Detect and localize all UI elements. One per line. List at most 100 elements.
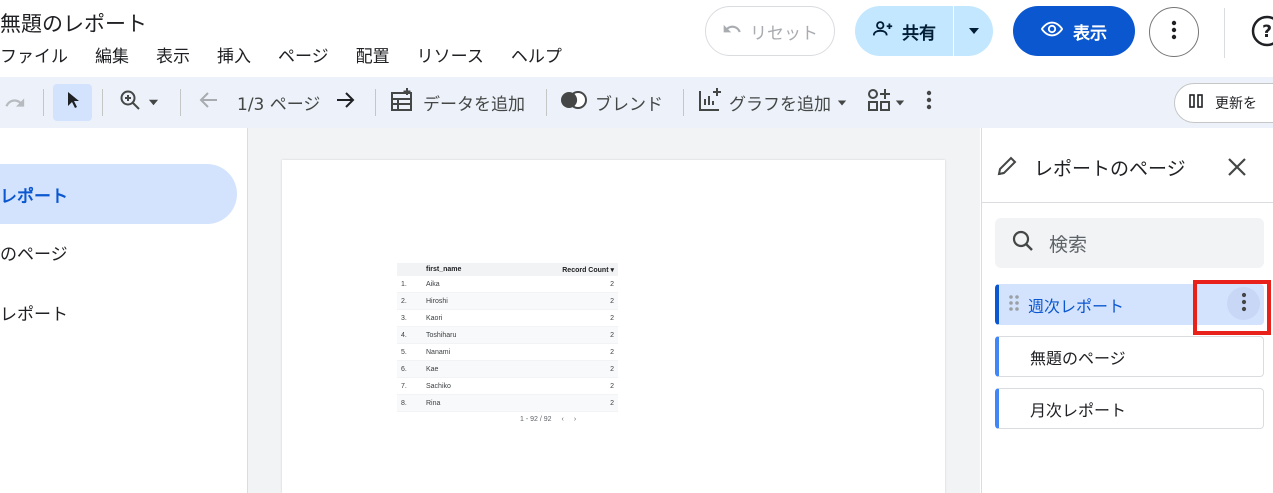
add-chart-button[interactable]: グラフを追加 bbox=[697, 77, 847, 128]
select-tool-button[interactable] bbox=[53, 84, 92, 121]
search-placeholder: 検索 bbox=[1049, 233, 1088, 256]
add-data-icon bbox=[389, 87, 415, 118]
panel-title: レポートのページ bbox=[1034, 158, 1186, 180]
row-index: 3. bbox=[401, 315, 407, 322]
data-table[interactable]: first_name Record Count ▾ 1. Aika 2 2. H… bbox=[397, 263, 618, 412]
add-data-label: データを追加 bbox=[423, 95, 525, 115]
caret-down-icon bbox=[837, 93, 847, 113]
column-header-first-name[interactable]: first_name bbox=[426, 266, 461, 273]
row-name: Hiroshi bbox=[426, 298, 448, 305]
next-page-button[interactable] bbox=[333, 77, 357, 128]
left-page-nav: レポート のページ レポート bbox=[0, 128, 248, 493]
page-list-item-untitled[interactable]: 無題のページ bbox=[995, 336, 1264, 377]
nav-item-report-1[interactable]: レポート bbox=[0, 164, 237, 224]
table-header: first_name Record Count ▾ bbox=[397, 263, 618, 276]
toolbar-divider bbox=[180, 89, 181, 116]
more-vert-icon bbox=[926, 90, 932, 115]
add-data-button[interactable]: データを追加 bbox=[389, 77, 525, 128]
table-row: 5. Nanami 2 bbox=[397, 344, 618, 361]
share-dropdown-button[interactable] bbox=[954, 6, 993, 56]
pager-prev-icon[interactable]: ‹ bbox=[562, 416, 564, 423]
caret-down-icon bbox=[895, 93, 905, 113]
row-count: 2 bbox=[610, 383, 614, 390]
close-panel-button[interactable] bbox=[1226, 156, 1248, 182]
page-list-item-monthly[interactable]: 月次レポート bbox=[995, 388, 1264, 429]
pager-next-icon[interactable]: › bbox=[574, 416, 576, 423]
more-vert-icon bbox=[1171, 20, 1177, 44]
row-index: 8. bbox=[401, 400, 407, 407]
page-label: 週次レポート bbox=[1028, 296, 1125, 316]
row-name: Kaori bbox=[426, 315, 443, 322]
previous-page-button[interactable] bbox=[197, 77, 221, 128]
table-row: 7. Sachiko 2 bbox=[397, 378, 618, 395]
search-icon bbox=[1011, 229, 1035, 257]
row-name: Aika bbox=[426, 281, 440, 288]
nav-item-report-3[interactable]: レポート bbox=[0, 282, 68, 342]
refresh-data-button[interactable]: 更新を bbox=[1174, 83, 1273, 123]
share-label: 共有 bbox=[902, 23, 936, 44]
row-count: 2 bbox=[610, 298, 614, 305]
edit-pencil-icon bbox=[995, 154, 1019, 182]
add-chart-icon bbox=[697, 87, 723, 118]
view-button[interactable]: 表示 bbox=[1013, 6, 1135, 56]
column-header-record-count[interactable]: Record Count ▾ bbox=[562, 266, 614, 274]
menu-arrange[interactable]: 配置 bbox=[356, 42, 390, 67]
share-button[interactable]: 共有 bbox=[855, 6, 953, 56]
add-person-icon bbox=[872, 18, 894, 45]
page-label: 無題のページ bbox=[1030, 348, 1126, 368]
help-icon: ? bbox=[1250, 15, 1273, 52]
toolbar: 1/3 ページ データを追加 ブレンド グラフを追加 更新を bbox=[0, 77, 1273, 128]
more-options-button[interactable] bbox=[1149, 7, 1199, 57]
columns-icon bbox=[1189, 94, 1203, 112]
undo-icon bbox=[722, 19, 742, 44]
menu-page[interactable]: ページ bbox=[278, 42, 329, 67]
toolbar-divider bbox=[102, 89, 103, 116]
arrow-right-icon bbox=[333, 88, 357, 117]
row-name: Sachiko bbox=[426, 383, 451, 390]
row-count: 2 bbox=[610, 315, 614, 322]
row-index: 4. bbox=[401, 332, 407, 339]
menu-insert[interactable]: 挿入 bbox=[217, 42, 251, 67]
blend-label: ブレンド bbox=[595, 95, 663, 115]
drag-handle-icon[interactable] bbox=[1008, 293, 1020, 317]
menu-bar: ファイル 編集 表示 挿入 ページ 配置 リソース ヘルプ bbox=[0, 42, 589, 67]
toolbar-more-button[interactable] bbox=[926, 77, 932, 128]
menu-view[interactable]: 表示 bbox=[156, 42, 190, 67]
report-title[interactable]: 無題のレポート bbox=[0, 8, 147, 38]
help-button[interactable]: ? bbox=[1250, 14, 1273, 48]
blend-button[interactable]: ブレンド bbox=[559, 77, 663, 128]
reset-button[interactable]: リセット bbox=[705, 6, 835, 56]
menu-file[interactable]: ファイル bbox=[0, 42, 68, 67]
table-row: 6. Kae 2 bbox=[397, 361, 618, 378]
add-chart-label: グラフを追加 bbox=[729, 95, 831, 115]
toolbar-divider bbox=[683, 89, 684, 116]
page-search-input[interactable]: 検索 bbox=[995, 218, 1264, 268]
add-control-icon bbox=[866, 87, 892, 118]
menu-resource[interactable]: リソース bbox=[417, 42, 484, 67]
row-name: Nanami bbox=[426, 349, 451, 356]
toolbar-divider bbox=[546, 89, 547, 116]
close-icon bbox=[1226, 158, 1248, 182]
table-pager: 1 - 92 / 92 ‹ › bbox=[520, 416, 576, 423]
redo-icon[interactable] bbox=[4, 77, 26, 128]
nav-item-page-2[interactable]: のページ bbox=[0, 222, 68, 282]
cursor-icon bbox=[65, 90, 81, 115]
highlight-annotation-box bbox=[1193, 280, 1271, 335]
header-divider bbox=[1224, 8, 1225, 58]
table-row: 1. Aika 2 bbox=[397, 276, 618, 293]
row-count: 2 bbox=[610, 366, 614, 373]
add-control-button[interactable] bbox=[866, 77, 905, 128]
blend-icon bbox=[559, 89, 589, 116]
pager-range: 1 - 92 / 92 bbox=[520, 416, 552, 423]
row-count: 2 bbox=[610, 349, 614, 356]
reset-label: リセット bbox=[750, 23, 818, 44]
table-row: 2. Hiroshi 2 bbox=[397, 293, 618, 310]
toolbar-divider bbox=[375, 89, 376, 116]
row-index: 6. bbox=[401, 366, 407, 373]
zoom-button[interactable] bbox=[118, 77, 159, 128]
menu-edit[interactable]: 編集 bbox=[95, 42, 129, 67]
row-count: 2 bbox=[610, 281, 614, 288]
caret-down-icon bbox=[968, 22, 980, 41]
menu-help[interactable]: ヘルプ bbox=[511, 42, 562, 67]
svg-text:?: ? bbox=[1262, 22, 1272, 42]
